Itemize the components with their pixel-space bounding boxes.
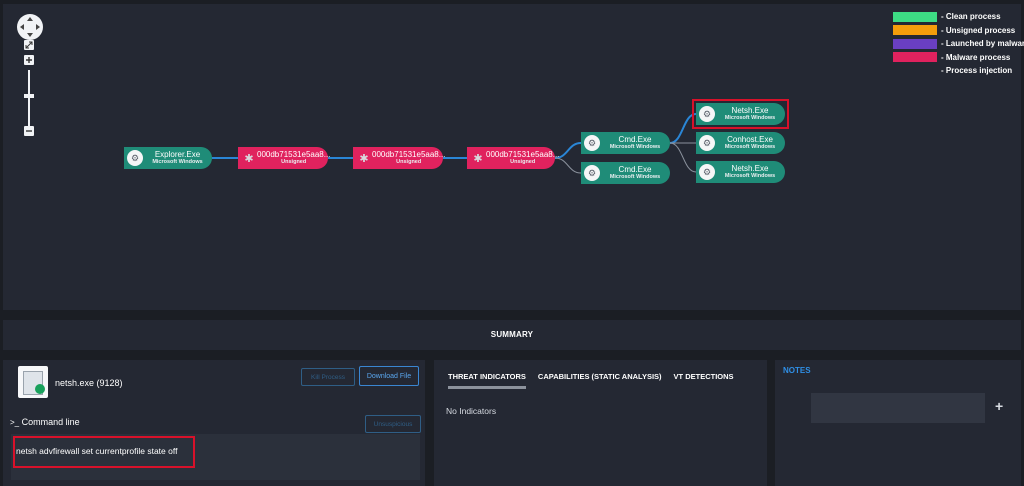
command-line-label: >_ Command line: [10, 417, 80, 427]
summary-header: SUMMARY: [3, 320, 1021, 350]
node-publisher: Microsoft Windows: [724, 172, 776, 179]
bug-icon: ✱: [359, 152, 369, 165]
selected-node-highlight: [692, 99, 789, 129]
add-note-button[interactable]: +: [995, 398, 1003, 414]
command-line-label-text: Command line: [21, 417, 80, 427]
node-name: Cmd.Exe: [618, 165, 652, 174]
node-name: Explorer.Exe: [154, 150, 201, 159]
node-publisher: Unsigned: [396, 158, 422, 165]
node-name: 000db71531e5aa8...: [486, 150, 560, 159]
gear-icon: ⚙: [127, 150, 143, 166]
summary-title: SUMMARY: [490, 330, 534, 339]
notes-panel: NOTES +: [775, 360, 1021, 486]
process-node-malware-1[interactable]: ✱ 000db71531e5aa8... Unsigned: [238, 147, 331, 169]
terminal-icon: >_: [10, 418, 20, 427]
gear-icon: ⚙: [699, 135, 715, 151]
gear-icon: ⚙: [699, 164, 715, 180]
process-node-conhost[interactable]: ⚙ Conhost.Exe Microsoft Windows: [696, 132, 785, 154]
tab-capabilities[interactable]: CAPABILITIES (STATIC ANALYSIS): [538, 372, 662, 389]
process-node-malware-3[interactable]: ✱ 000db71531e5aa8... Unsigned: [467, 147, 559, 169]
node-publisher: Microsoft Windows: [609, 173, 661, 180]
bug-icon: ✱: [473, 152, 483, 165]
notes-title: NOTES: [783, 366, 811, 375]
process-name: netsh.exe (9128): [55, 378, 123, 388]
node-name: Cmd.Exe: [618, 135, 652, 144]
tab-vt-detections[interactable]: VT DETECTIONS: [674, 372, 734, 389]
node-name: Netsh.Exe: [731, 164, 769, 173]
process-file-icon: [18, 366, 48, 398]
process-node-netsh-2[interactable]: ⚙ Netsh.Exe Microsoft Windows: [696, 161, 785, 183]
kill-process-button[interactable]: Kill Process: [301, 368, 355, 386]
gear-icon: ⚙: [584, 165, 600, 181]
node-name: 000db71531e5aa8...: [257, 150, 331, 159]
node-publisher: Unsigned: [281, 158, 307, 165]
plus-icon: +: [995, 398, 1004, 414]
node-publisher: Microsoft Windows: [609, 143, 661, 150]
process-details-panel: netsh.exe (9128) Kill Process Download F…: [3, 360, 425, 486]
process-node-cmd-2[interactable]: ⚙ Cmd.Exe Microsoft Windows: [581, 162, 670, 184]
edge: [669, 142, 697, 173]
node-name: Conhost.Exe: [727, 135, 773, 144]
threat-panel: THREAT INDICATORS CAPABILITIES (STATIC A…: [434, 360, 767, 486]
process-node-cmd-1[interactable]: ⚙ Cmd.Exe Microsoft Windows: [581, 132, 670, 154]
command-highlight: [13, 436, 195, 468]
unsuspicious-button[interactable]: Unsuspicious: [365, 415, 421, 433]
process-node-malware-2[interactable]: ✱ 000db71531e5aa8... Unsigned: [353, 147, 446, 169]
node-publisher: Microsoft Windows: [724, 143, 776, 150]
process-tree-panel: - Clean process - Unsigned process - Lau…: [3, 4, 1024, 310]
threat-tabs: THREAT INDICATORS CAPABILITIES (STATIC A…: [448, 372, 746, 389]
node-name: 000db71531e5aa8...: [372, 150, 446, 159]
empty-indicators-text: No Indicators: [446, 406, 497, 416]
bug-icon: ✱: [244, 152, 254, 165]
process-node-explorer[interactable]: ⚙ Explorer.Exe Microsoft Windows: [124, 147, 212, 169]
node-publisher: Unsigned: [510, 158, 536, 165]
notes-input[interactable]: [811, 393, 985, 423]
node-publisher: Microsoft Windows: [152, 158, 203, 165]
download-file-button[interactable]: Download File: [359, 366, 419, 386]
tab-threat-indicators[interactable]: THREAT INDICATORS: [448, 372, 526, 389]
gear-icon: ⚙: [584, 135, 600, 151]
